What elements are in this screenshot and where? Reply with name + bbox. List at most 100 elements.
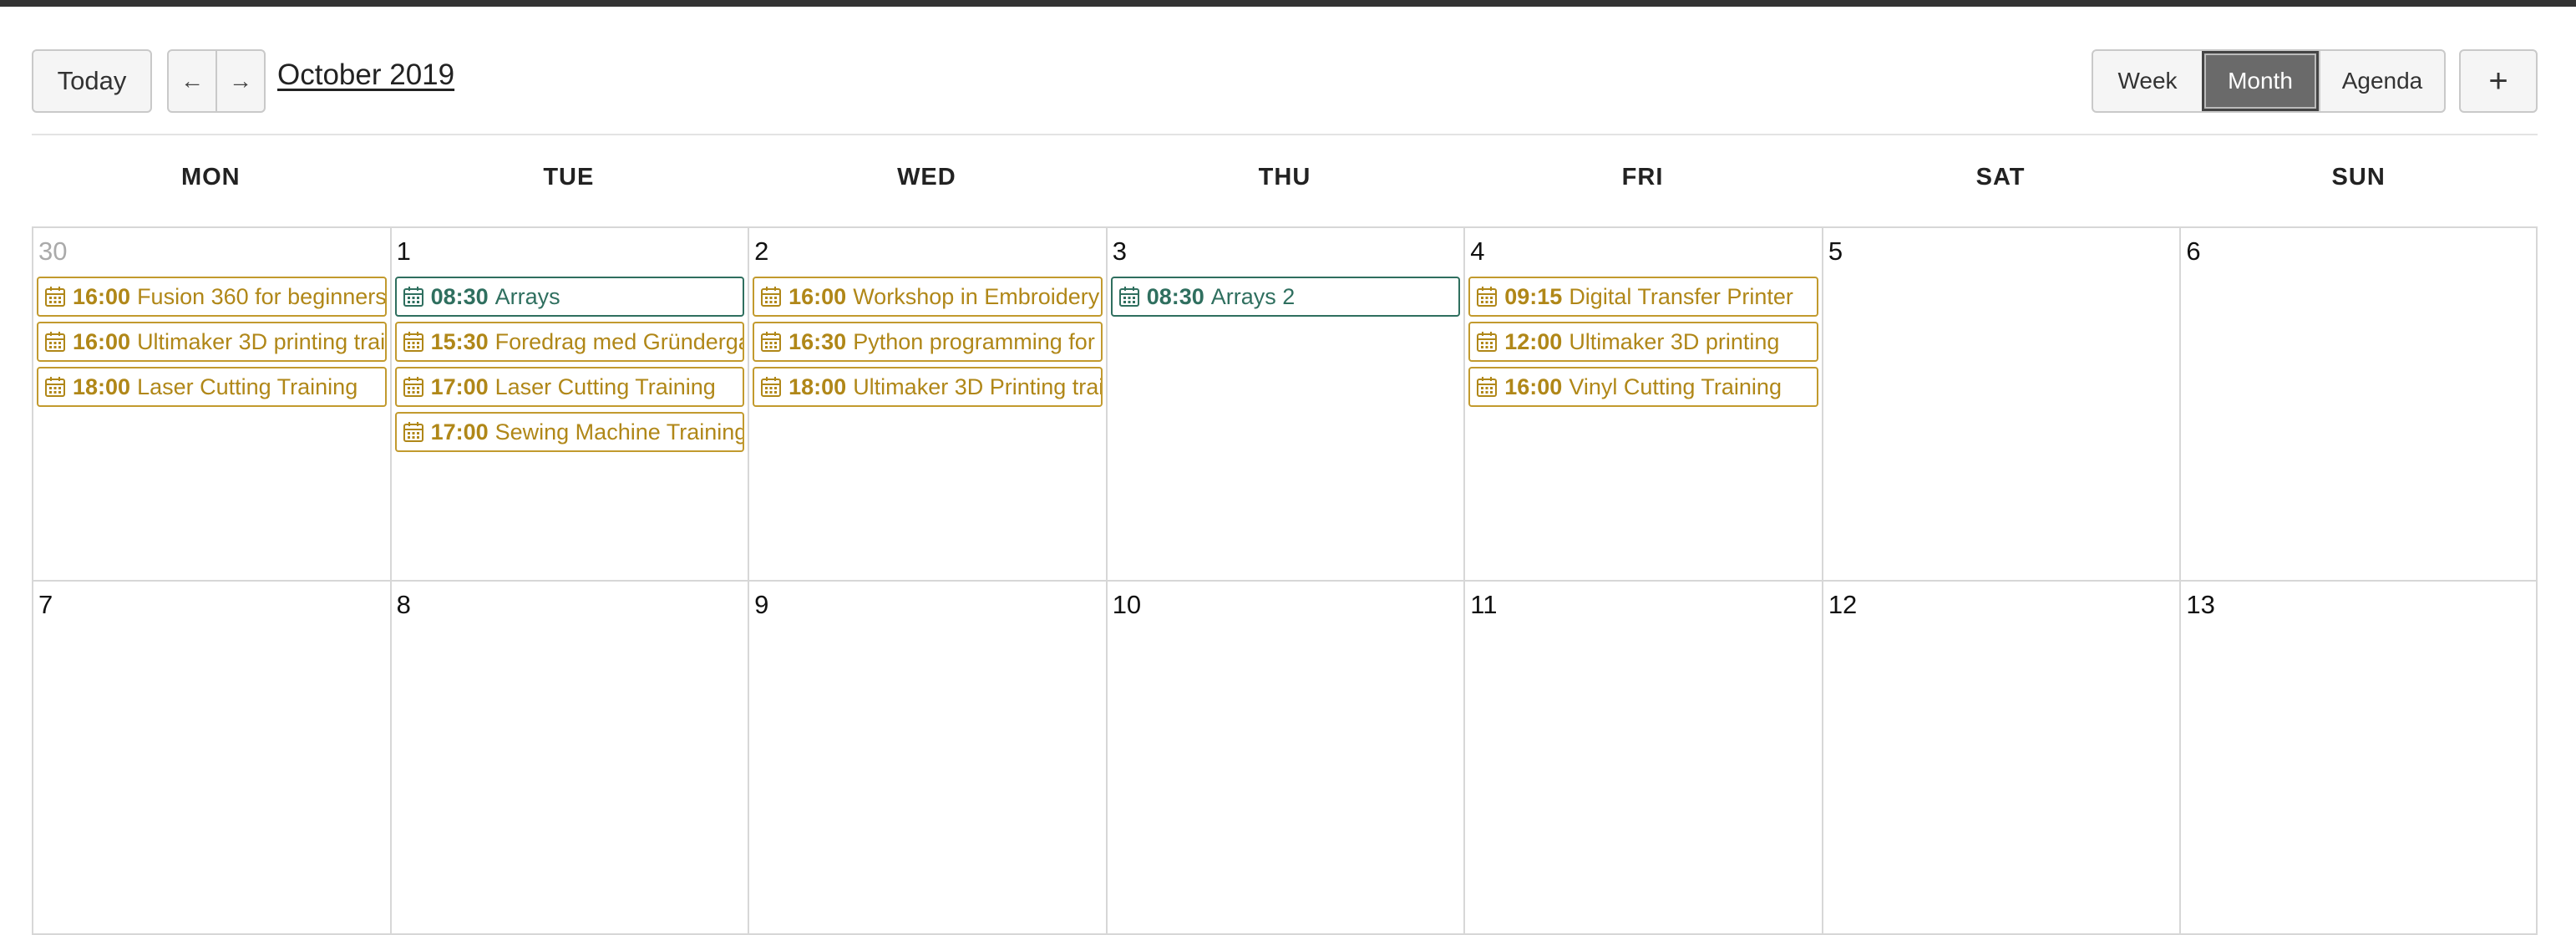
calendar-event[interactable]: 09:15 Digital Transfer Printer — [1468, 277, 1818, 317]
nav-button-group: ← → — [167, 49, 266, 113]
event-time: 08:30 — [430, 283, 489, 309]
calendar-icon — [1475, 285, 1498, 308]
event-time: 18:00 — [73, 373, 131, 399]
prev-month-button[interactable]: ← — [169, 51, 216, 111]
event-title: Fusion 360 for beginners — [137, 283, 387, 309]
calendar-event[interactable]: 08:30 Arrays — [394, 277, 745, 317]
day-number: 13 — [2186, 590, 2215, 619]
day-cell[interactable]: 8 — [389, 582, 748, 933]
event-list: 09:15 Digital Transfer Printer 12:00 Ultima… — [1468, 277, 1818, 412]
day-cell[interactable]: 13 — [2179, 582, 2538, 933]
next-month-button[interactable]: → — [216, 51, 264, 111]
event-title: Ultimaker 3D printing — [1569, 328, 1780, 354]
event-title: Ultimaker 3D printing training — [137, 328, 386, 354]
event-time: 16:30 — [789, 328, 847, 354]
calendar-event[interactable]: 08:30 Arrays 2 — [1110, 277, 1461, 317]
day-cell[interactable]: 3 08:30 Arrays 2 — [1105, 228, 1464, 580]
month-title[interactable]: October 2019 — [277, 58, 454, 92]
calendar-event[interactable]: 18:00 Laser Cutting Training — [37, 367, 387, 407]
calendar-icon — [43, 330, 67, 353]
day-cell[interactable]: 10 — [1105, 582, 1464, 933]
week-row: 30 16:00 Fusion 360 for beginners 16:00 Ulti… — [32, 228, 2538, 582]
week-view-button[interactable]: Week — [2093, 51, 2202, 111]
event-time: 17:00 — [430, 419, 489, 445]
day-cell[interactable]: 6 — [2179, 228, 2538, 580]
week-row: 7 8 9 10 11 12 13 — [32, 582, 2538, 935]
event-list: 16:00 Workshop in Embroidery 16:30 Python p… — [753, 277, 1103, 412]
day-number: 6 — [2186, 236, 2201, 266]
calendar-icon — [402, 420, 425, 444]
event-time: 16:00 — [1504, 373, 1563, 399]
day-cell[interactable]: 5 — [1821, 228, 2180, 580]
calendar-icon — [1118, 285, 1141, 308]
calendar-icon — [759, 330, 783, 353]
weekday-header: MON TUE WED THU FRI SAT SUN — [32, 164, 2538, 197]
day-cell[interactable]: 11 — [1463, 582, 1822, 933]
day-cell[interactable]: 1 08:30Arrays 15:30Foredrag med Gründergar… — [389, 228, 748, 580]
event-title: Digital Transfer Printer — [1569, 283, 1793, 309]
calendar-event[interactable]: 16:00Ultimaker 3D printing training — [37, 322, 387, 362]
day-cell[interactable]: 7 — [32, 582, 390, 933]
calendar-event[interactable]: 17:00 Laser Cutting Training — [394, 367, 745, 407]
event-title: Laser Cutting Training — [137, 373, 358, 399]
calendar-event[interactable]: 17:00 Sewing Machine Training — [394, 412, 745, 452]
month-grid: 30 16:00 Fusion 360 for beginners 16:00 Ulti… — [32, 226, 2538, 935]
day-number: 11 — [1470, 590, 1498, 619]
event-time: 17:00 — [430, 373, 489, 399]
day-number: 9 — [754, 590, 769, 619]
calendar-icon — [402, 375, 425, 399]
calendar-icon — [759, 375, 783, 399]
view-switcher: Week Month Agenda — [2092, 49, 2446, 113]
event-title: Python programming for — [853, 328, 1095, 354]
agenda-view-button[interactable]: Agenda — [2319, 51, 2444, 111]
calendar-event[interactable]: 16:00 Workshop in Embroidery — [753, 277, 1103, 317]
calendar-event[interactable]: 18:00Ultimaker 3D Printing training — [753, 367, 1103, 407]
event-time: 18:00 — [789, 373, 847, 399]
month-view-button[interactable]: Month — [2202, 51, 2319, 111]
day-number: 7 — [38, 590, 53, 619]
event-title: Ultimaker 3D Printing training — [853, 373, 1103, 399]
event-title: Laser Cutting Training — [494, 373, 716, 399]
weekday-label: MON — [180, 164, 241, 191]
event-title: Arrays 2 — [1210, 283, 1296, 309]
day-number: 3 — [1112, 236, 1127, 266]
day-cell[interactable]: 12 — [1821, 582, 2180, 933]
calendar-event[interactable]: 15:30Foredrag med Gründergarasjen — [394, 322, 745, 362]
calendar-icon — [43, 285, 67, 308]
event-list: 08:30 Arrays 2 — [1110, 277, 1461, 322]
calendar-event[interactable]: 12:00 Ultimaker 3D printing — [1468, 322, 1818, 362]
event-title: Arrays — [494, 283, 560, 309]
event-time: 09:15 — [1504, 283, 1563, 309]
day-number: 8 — [396, 590, 411, 619]
calendar-icon — [402, 330, 425, 353]
event-title: Vinyl Cutting Training — [1569, 373, 1782, 399]
event-list: 08:30Arrays 15:30Foredrag med Gründergara… — [394, 277, 745, 457]
day-cell[interactable]: 30 16:00 Fusion 360 for beginners 16:00 Ulti… — [32, 228, 390, 580]
day-cell[interactable]: 4 09:15 Digital Transfer Printer 12:00 Ultim… — [1463, 228, 1822, 580]
calendar-event[interactable]: 16:30 Python programming for — [753, 322, 1103, 362]
day-cell[interactable]: 2 16:00 Workshop in Embroidery 16:30 Python … — [748, 228, 1106, 580]
weekday-label: FRI — [1621, 164, 1664, 191]
event-title: Foredrag med Gründergarasjen — [494, 328, 743, 354]
add-event-button[interactable]: + — [2459, 49, 2538, 113]
today-button[interactable]: Today — [32, 49, 152, 113]
event-time: 16:00 — [73, 283, 131, 309]
event-title: Sewing Machine Training — [494, 419, 745, 445]
day-number: 4 — [1470, 236, 1485, 266]
calendar-icon — [759, 285, 783, 308]
day-number: 12 — [1828, 590, 1858, 619]
event-time: 16:00 — [789, 283, 847, 309]
weekday-label: SAT — [1975, 164, 2026, 191]
weekday-label: THU — [1258, 164, 1311, 191]
calendar-icon — [43, 375, 67, 399]
calendar-event[interactable]: 16:00 Fusion 360 for beginners — [37, 277, 387, 317]
calendar-icon — [1475, 375, 1498, 399]
day-number: 5 — [1828, 236, 1843, 266]
top-bar — [0, 0, 2576, 7]
calendar-event[interactable]: 16:00 Vinyl Cutting Training — [1468, 367, 1818, 407]
event-time: 16:00 — [73, 328, 131, 354]
weekday-label: TUE — [543, 164, 595, 191]
day-cell[interactable]: 9 — [748, 582, 1106, 933]
day-number: 30 — [38, 236, 68, 266]
day-number: 1 — [396, 236, 411, 266]
